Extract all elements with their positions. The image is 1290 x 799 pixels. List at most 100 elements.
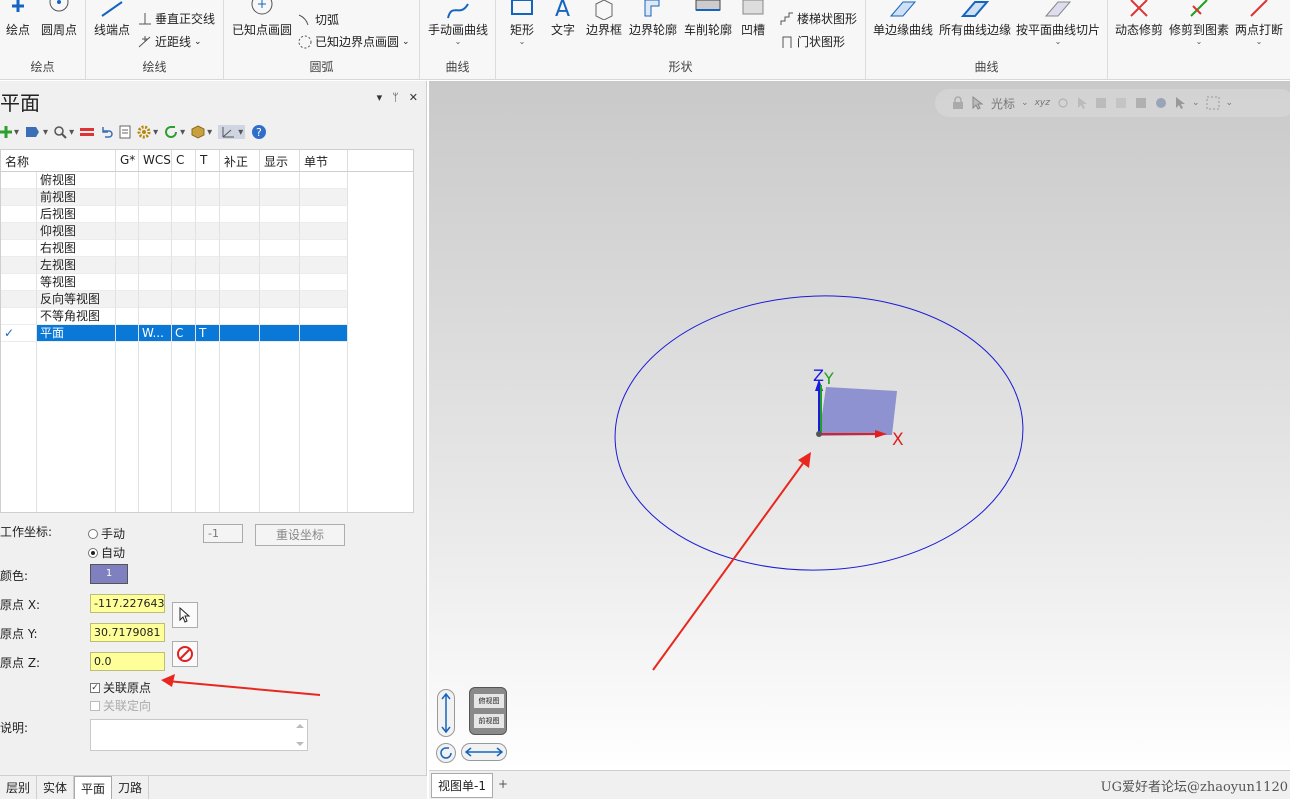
row-display-cell[interactable] [260, 206, 300, 223]
rotate-control[interactable] [436, 743, 456, 763]
circle-point-button[interactable]: 圆周点 [38, 0, 80, 38]
row-g-cell[interactable] [116, 325, 139, 342]
cube-button[interactable]: ▾ [191, 125, 212, 139]
row-wcs-cell[interactable] [139, 308, 172, 325]
reset-coord-button[interactable]: 重设坐标 [255, 524, 345, 546]
row-wcs-cell[interactable]: W... [139, 325, 172, 342]
row-t-cell[interactable] [196, 172, 220, 189]
row-display-cell[interactable] [260, 308, 300, 325]
origin-x-field[interactable]: -117.2276437 [90, 594, 165, 613]
row-name-cell[interactable]: 反向等视图 [37, 291, 116, 308]
row-section-cell[interactable] [300, 291, 348, 308]
view-cube-front[interactable]: 前视图 [474, 714, 504, 728]
row-t-cell[interactable] [196, 291, 220, 308]
row-g-cell[interactable] [116, 274, 139, 291]
row-section-cell[interactable] [300, 257, 348, 274]
row-wcs-cell[interactable] [139, 189, 172, 206]
row-t-cell[interactable] [196, 189, 220, 206]
link-origin-checkbox[interactable]: ✓ 关联原点 [90, 679, 151, 696]
row-t-cell[interactable] [196, 206, 220, 223]
row-check-cell[interactable] [1, 240, 37, 257]
row-wcs-cell[interactable] [139, 291, 172, 308]
rectangle-button[interactable]: 矩形 ⌄ [504, 0, 540, 46]
tangent-arc-button[interactable]: 切弧 [298, 11, 339, 28]
row-name-cell[interactable]: 平面 [37, 325, 116, 342]
row-c-cell[interactable] [172, 172, 196, 189]
row-c-cell[interactable] [172, 223, 196, 240]
row-display-cell[interactable] [260, 325, 300, 342]
bounding-box-button[interactable]: 边界框 [584, 0, 624, 38]
slice-curve-button[interactable]: 按平面曲线切片 ⌄ [1014, 0, 1102, 46]
column-header[interactable]: T [196, 150, 220, 171]
stair-shape-button[interactable]: 楼梯状图形 [780, 10, 857, 27]
door-shape-button[interactable]: 门状图形 [780, 33, 845, 50]
row-c-cell[interactable] [172, 308, 196, 325]
row-display-cell[interactable] [260, 223, 300, 240]
table-row[interactable]: ✓ 平面 W... C T [1, 325, 413, 342]
pin-icon[interactable]: ᛘ [392, 91, 399, 104]
manual-curve-button[interactable]: 手动画曲线 ⌄ [424, 0, 492, 46]
help-button[interactable]: ? [251, 124, 267, 140]
row-section-cell[interactable] [300, 189, 348, 206]
row-section-cell[interactable] [300, 172, 348, 189]
row-wcs-cell[interactable] [139, 257, 172, 274]
break-two-points-button[interactable]: 两点打断 ⌄ [1232, 0, 1286, 46]
row-display-cell[interactable] [260, 189, 300, 206]
settings-button[interactable]: ▾ [137, 125, 158, 139]
row-t-cell[interactable] [196, 308, 220, 325]
close-icon[interactable]: ✕ [409, 91, 418, 104]
row-g-cell[interactable] [116, 172, 139, 189]
row-name-cell[interactable]: 右视图 [37, 240, 116, 257]
column-header[interactable]: 补正 [220, 150, 260, 171]
work-coord-number[interactable]: -1 [203, 524, 243, 543]
draw-point-button[interactable]: 绘点 [4, 0, 32, 38]
row-name-cell[interactable]: 后视图 [37, 206, 116, 223]
table-row[interactable]: 不等角视图 [1, 308, 413, 325]
turn-profile-button[interactable]: 车削轮廓 [682, 0, 734, 38]
text-button[interactable]: A 文字 [548, 0, 578, 38]
row-g-cell[interactable] [116, 189, 139, 206]
row-name-cell[interactable]: 左视图 [37, 257, 116, 274]
refresh-button[interactable]: ▾ [164, 125, 185, 139]
row-offset-cell[interactable] [220, 223, 260, 240]
color-swatch[interactable]: 1 [90, 564, 128, 584]
row-offset-cell[interactable] [220, 325, 260, 342]
row-c-cell[interactable] [172, 274, 196, 291]
row-section-cell[interactable] [300, 240, 348, 257]
view-cube-top[interactable]: 俯视图 [474, 694, 504, 708]
row-display-cell[interactable] [260, 172, 300, 189]
row-c-cell[interactable] [172, 240, 196, 257]
column-header[interactable]: 显示 [260, 150, 300, 171]
table-row[interactable]: 仰视图 [1, 223, 413, 240]
line-endpoints-button[interactable]: 线端点 [92, 0, 132, 38]
row-name-cell[interactable]: 俯视图 [37, 172, 116, 189]
table-row[interactable]: 前视图 [1, 189, 413, 206]
sheet-button[interactable] [119, 125, 131, 139]
horizontal-pan-control[interactable] [461, 743, 507, 761]
origin-point[interactable] [816, 431, 822, 437]
origin-z-field[interactable]: 0.0 [90, 652, 165, 671]
row-c-cell[interactable] [172, 257, 196, 274]
row-check-cell[interactable] [1, 172, 37, 189]
row-offset-cell[interactable] [220, 257, 260, 274]
closest-line-button[interactable]: 近距线 ⌄ [138, 33, 202, 50]
view-cube[interactable]: 俯视图 前视图 [469, 687, 507, 735]
find-button[interactable]: ▾ [54, 125, 74, 139]
equal-button[interactable] [80, 127, 95, 137]
single-edge-curve-button[interactable]: 单边缘曲线 [872, 0, 934, 38]
row-display-cell[interactable] [260, 274, 300, 291]
row-wcs-cell[interactable] [139, 274, 172, 291]
table-row[interactable]: 反向等视图 [1, 291, 413, 308]
row-g-cell[interactable] [116, 308, 139, 325]
row-check-cell[interactable] [1, 189, 37, 206]
tab-levels[interactable]: 层别 [0, 776, 38, 799]
row-section-cell[interactable] [300, 223, 348, 240]
auto-radio[interactable]: 自动 [88, 544, 125, 561]
column-header[interactable]: 名称 [1, 150, 116, 171]
row-offset-cell[interactable] [220, 206, 260, 223]
row-section-cell[interactable] [300, 206, 348, 223]
row-t-cell[interactable] [196, 274, 220, 291]
row-g-cell[interactable] [116, 291, 139, 308]
row-check-cell[interactable]: ✓ [1, 325, 37, 342]
tab-planes[interactable]: 平面 [74, 776, 113, 799]
